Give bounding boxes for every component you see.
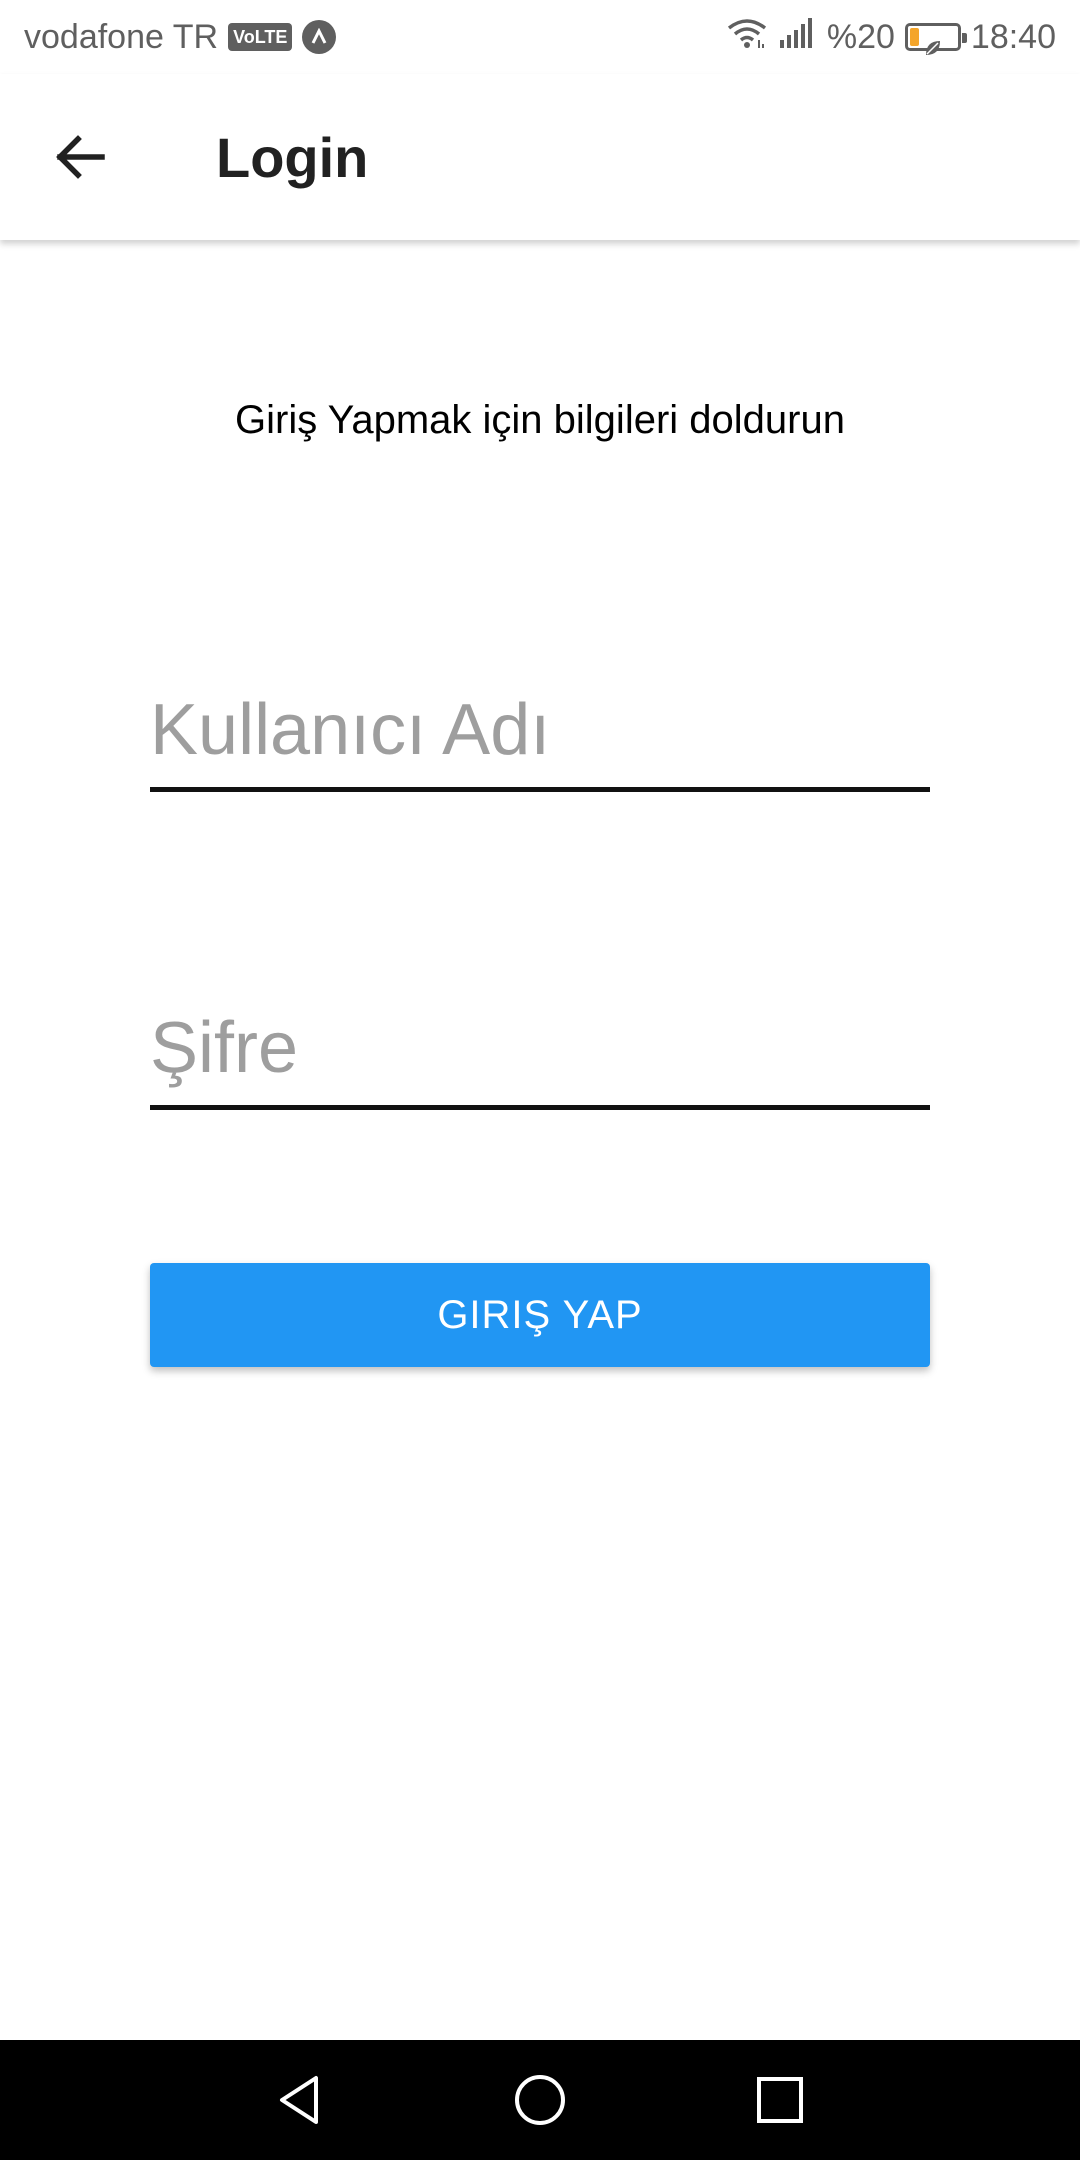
circle-home-icon: [515, 2075, 565, 2125]
battery-icon: [904, 23, 967, 55]
system-nav-bar: [0, 2040, 1080, 2160]
status-bar: vodafone TR VoLTE %20 18:40: [0, 0, 1080, 74]
clock: 18:40: [970, 17, 1056, 56]
username-field: [150, 672, 930, 792]
page-title: Login: [216, 126, 369, 189]
signal-bars-icon: [779, 17, 817, 57]
battery-percent: %20: [826, 17, 895, 56]
square-recents-icon: [757, 2077, 803, 2123]
battery-saver-leaf-icon: [924, 27, 942, 66]
battery-level-fill: [909, 28, 920, 46]
carrier-name: vodafone TR: [24, 17, 219, 56]
nav-recents-button[interactable]: [748, 2068, 812, 2132]
username-input[interactable]: [150, 672, 930, 787]
wifi-icon: [725, 16, 769, 59]
navigation-indicator-icon: [302, 20, 337, 54]
nav-home-button[interactable]: [508, 2068, 572, 2132]
form-instructions: Giriş Yapmak için bilgileri doldurun: [235, 398, 845, 442]
triangle-back-icon: [280, 2076, 318, 2124]
nav-back-button[interactable]: [268, 2068, 332, 2132]
app-bar: Login: [0, 74, 1080, 240]
login-screen: vodafone TR VoLTE %20 18:40 Login Giriş …: [0, 0, 1080, 2160]
status-left: vodafone TR VoLTE: [24, 17, 337, 57]
login-button[interactable]: GIRIŞ YAP: [150, 1263, 930, 1367]
status-right: %20 18:40: [725, 16, 1056, 59]
arrow-left-icon: [56, 135, 105, 179]
password-input[interactable]: [150, 990, 930, 1105]
back-button[interactable]: [40, 117, 120, 197]
password-field: [150, 990, 930, 1110]
volte-badge: VoLTE: [228, 23, 293, 51]
